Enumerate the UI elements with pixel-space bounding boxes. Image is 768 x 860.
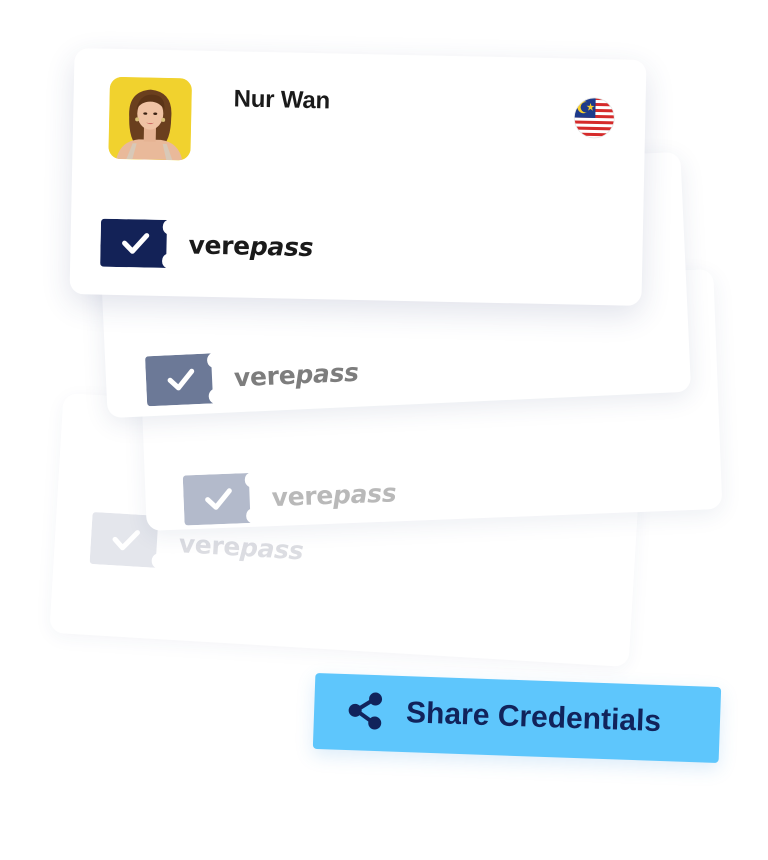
brand-wordmark: verepass	[233, 357, 359, 392]
brand-wordmark: verepass	[188, 230, 313, 262]
brand-suffix: pass	[239, 532, 305, 565]
malaysia-flag-icon	[573, 97, 615, 139]
brand-prefix: vere	[188, 229, 251, 261]
brand-prefix: vere	[178, 528, 242, 562]
share-credentials-button[interactable]: Share Credentials	[312, 672, 722, 764]
brand-wordmark: verepass	[178, 529, 304, 565]
brand-suffix: pass	[294, 357, 360, 390]
brand-logo: verepass	[182, 467, 397, 526]
ticket-check-icon	[100, 218, 168, 269]
brand-prefix: vere	[233, 360, 296, 392]
user-photo-icon	[108, 76, 193, 161]
avatar	[108, 76, 193, 161]
holder-name: Nur Wan	[233, 85, 331, 115]
brand-wordmark: verepass	[271, 478, 397, 512]
brand-suffix: pass	[249, 231, 314, 262]
brand-logo: verepass	[145, 347, 360, 407]
share-button-label: Share Credentials	[405, 696, 662, 739]
brand-logo: verepass	[100, 218, 314, 271]
credential-card-primary[interactable]: Nur Wan verepass	[69, 48, 647, 306]
brand-prefix: vere	[271, 480, 334, 512]
ticket-check-icon	[145, 353, 214, 407]
share-icon	[348, 692, 383, 730]
brand-suffix: pass	[332, 477, 397, 510]
ticket-check-icon	[182, 473, 251, 526]
